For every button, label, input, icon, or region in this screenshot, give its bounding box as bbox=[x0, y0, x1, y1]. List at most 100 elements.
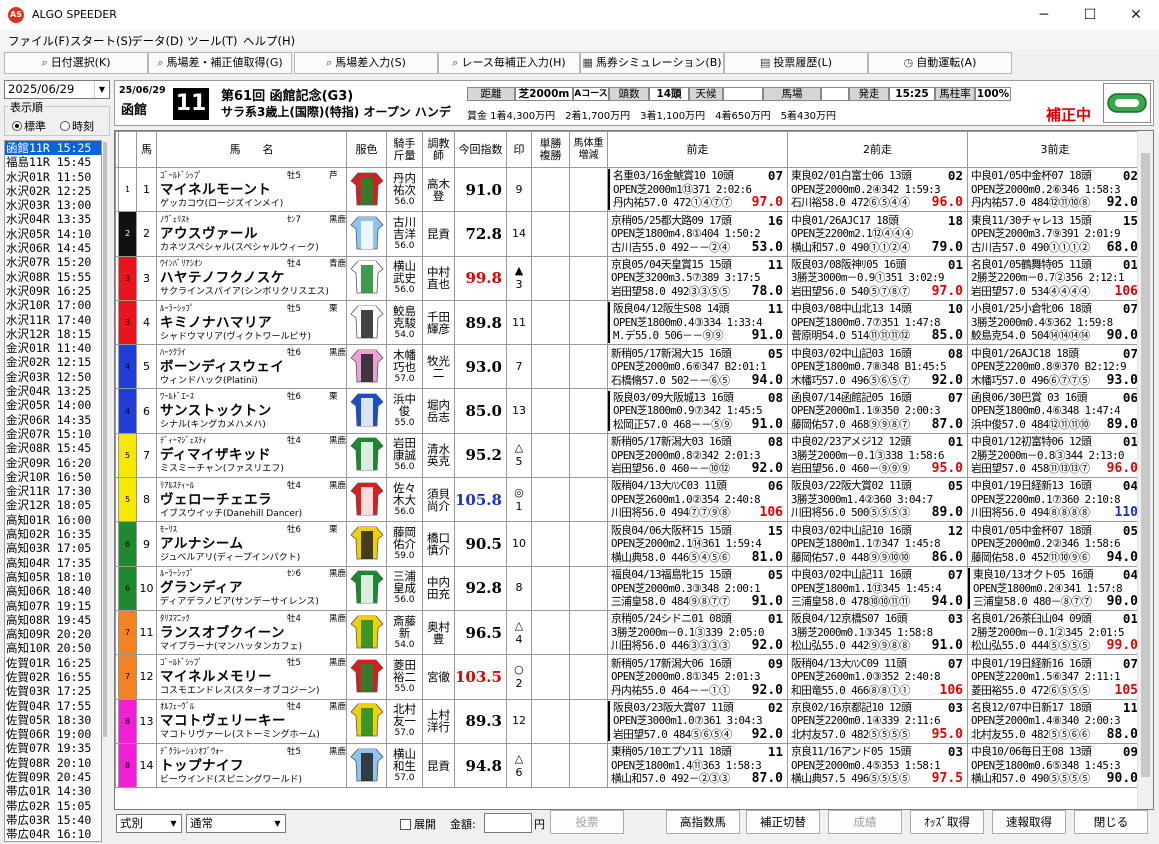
race-list-item[interactable]: 高知06R 18:40 bbox=[5, 584, 101, 598]
scrollbar-thumb[interactable] bbox=[103, 142, 107, 737]
radio-time[interactable]: 時刻 bbox=[60, 118, 94, 134]
horse-row[interactable]: 22 ﾉｳﾞｪﾘｽﾄ ｾﾝ7 黒鹿 アウスヴァール カネツスペシャル(スペシャルウィ… bbox=[115, 211, 1143, 257]
prev-race-cell[interactable]: 中良01/26AJC18 18頭 07 OPEN芝2200m0.8⑨370 B2:… bbox=[966, 344, 1143, 390]
race-list-item[interactable]: 水沢05R 14:10 bbox=[5, 227, 101, 241]
race-list-item[interactable]: 高知03R 17:05 bbox=[5, 541, 101, 555]
race-list-item[interactable]: 金沢06R 14:35 bbox=[5, 413, 101, 427]
race-list-item[interactable]: 水沢02R 12:25 bbox=[5, 184, 101, 198]
high-index-button[interactable]: 高指数馬 bbox=[666, 810, 740, 834]
results-button[interactable]: 成績 bbox=[828, 810, 902, 834]
horse-name-cell[interactable]: ｺﾞｰﾙﾄﾞｼｯﾌﾟ 牡5 芦 マイネルモーント ゲッカコウ(ロージズインメイ) bbox=[156, 166, 347, 213]
prev-race-cell[interactable]: 名良01/26茶臼山04 09頭 01 2勝芝2000m－0.1②345 2:01… bbox=[966, 609, 1143, 656]
race-list-item[interactable]: 帯広01R 14:30 bbox=[5, 784, 101, 798]
amount-input[interactable] bbox=[484, 813, 532, 833]
mark-cell[interactable]: ◎ 1 bbox=[505, 477, 532, 523]
horse-name[interactable]: サンストックトン bbox=[158, 404, 346, 419]
auto-run-button[interactable]: ◷ 自動運転(A) bbox=[868, 52, 1012, 74]
horse-name[interactable]: マイネルメモリー bbox=[158, 669, 346, 685]
menu-start[interactable]: スタート(S) bbox=[70, 33, 132, 49]
race-list-scrollbar[interactable] bbox=[102, 140, 108, 842]
race-list-item[interactable]: 水沢10R 17:00 bbox=[5, 298, 101, 312]
horse-row[interactable]: 33 ｳｲﾝﾊﾞﾘｱｼｵﾝ 牡4 青鹿 ハヤテノフクノスケ サクラインスパイア(シン… bbox=[115, 255, 1143, 301]
horse-row[interactable]: 7 12 ｺﾞｰﾙﾄﾞｼｯﾌﾟ 牡5 黒鹿 マイネルメモリー コスモエンドレス(スター… bbox=[115, 654, 1143, 700]
menu-data[interactable]: データ(D) bbox=[131, 33, 183, 49]
horse-row[interactable]: 8 13 ｵﾙﾌｪｰｳﾞﾙ 牡4 黒鹿 マコトヴェリーキー マコトリヴァーレ(ストーミ… bbox=[115, 698, 1143, 744]
race-list-item[interactable]: 佐賀03R 17:25 bbox=[5, 684, 101, 698]
maximize-button[interactable]: ☐ bbox=[1067, 0, 1113, 30]
race-list-item[interactable]: 佐賀06R 19:00 bbox=[5, 727, 101, 741]
race-list-item[interactable]: 佐賀05R 18:30 bbox=[5, 713, 101, 727]
horse-name[interactable]: ランスオブクイーン bbox=[158, 625, 346, 641]
horse-name-cell[interactable]: ｳｲﾝﾊﾞﾘｱｼｵﾝ 牡4 青鹿 ハヤテノフクノスケ サクラインスパイア(シンボリク… bbox=[156, 255, 347, 301]
prev-race-cell[interactable]: 阪良03/23阪大賞07 11頭 02 OPEN芝3000m1.0⑦361 3:0… bbox=[606, 698, 788, 744]
header-weight[interactable]: 馬体重 増減 bbox=[568, 131, 608, 168]
mark-cell[interactable]: 13 bbox=[505, 388, 532, 434]
prev-race-cell[interactable]: 名重03/16金鯱賞10 10頭 07 OPEN芝2000m1⑬371 2:02:… bbox=[606, 166, 788, 213]
header-trainer[interactable]: 調教 師 bbox=[422, 131, 455, 168]
header-jockey[interactable]: 騎手 斤量 bbox=[386, 131, 423, 168]
menu-tools[interactable]: ツール(T) bbox=[187, 33, 238, 49]
race-list-item[interactable]: 帯広03R 15:40 bbox=[5, 813, 101, 827]
prev-race-cell[interactable]: 京稍05/25都大路09 17頭 16 OPEN芝1800m4.8①404 1:5… bbox=[606, 211, 788, 257]
horse-row[interactable]: 69 ﾓｰﾘｽ 牡6 栗 アルナシーム ジュベルアリ(ディープインパクト) 藤岡 佑… bbox=[115, 521, 1143, 567]
horse-name[interactable]: アルナシーム bbox=[158, 537, 346, 552]
prev-race-cell[interactable]: 阪良03/08阪神ﾘ05 16頭 01 3勝芝3000m－0.9①351 3:02… bbox=[786, 255, 968, 301]
vote-button[interactable]: 投票 bbox=[550, 810, 624, 834]
race-list-item[interactable]: 金沢12R 18:05 bbox=[5, 498, 101, 512]
prev-race-cell[interactable]: 中良03/02中山記11 16頭 07 OPEN芝1800m1.1⑬345 1:4… bbox=[786, 565, 968, 611]
odds-fetch-button[interactable]: ｵｯｽﾞ取得 bbox=[910, 810, 984, 834]
prev-race-cell[interactable]: 東稍05/10エプソ11 18頭 11 OPEN芝1800m1.4⑪363 1:5… bbox=[606, 742, 788, 789]
mark-cell[interactable]: △ 4 bbox=[505, 609, 532, 656]
mark-cell[interactable]: 10 bbox=[505, 521, 532, 567]
prev-race-cell[interactable]: 中良01/05中金杯07 18頭 05 OPEN芝2000m0.2②346 1:5… bbox=[966, 521, 1143, 567]
prev-race-cell[interactable]: 新稍05/17新潟大03 16頭 08 OPEN芝2000m0.8②342 2:0… bbox=[606, 432, 788, 479]
race-list-item[interactable]: 高知10R 20:50 bbox=[5, 641, 101, 655]
horse-name[interactable]: マイネルモーント bbox=[158, 182, 346, 198]
prev-race-cell[interactable]: 中良02/23アメジ12 12頭 01 3勝芝2000m－0.1③338 1:58… bbox=[786, 432, 968, 479]
bet-mode-select[interactable]: 通常 ▼ bbox=[186, 814, 286, 833]
race-list-item[interactable]: 福島11R 15:45 bbox=[5, 155, 101, 169]
fast-result-button[interactable]: 速報取得 bbox=[992, 810, 1066, 834]
prev-race-cell[interactable]: 阪良04/12京橋S07 16頭 03 3勝芝2000m0.1③345 1:58:… bbox=[786, 609, 968, 656]
radio-standard[interactable]: 標準 bbox=[12, 118, 46, 134]
race-list-item[interactable]: 高知07R 19:15 bbox=[5, 599, 101, 613]
mark-cell[interactable]: △ 5 bbox=[505, 432, 532, 479]
horse-name-cell[interactable]: ﾊｰﾂｸﾗｲ 牡6 黒鹿 ボーンディスウェイ ウィンドハック(Platini) bbox=[156, 344, 347, 390]
prev-race-cell[interactable]: 名良12/07中日新17 18頭 11 OPEN芝2000m1.4⑧340 2:0… bbox=[966, 698, 1143, 744]
mark-cell[interactable]: 14 bbox=[505, 211, 532, 257]
horse-row[interactable]: 45 ﾊｰﾂｸﾗｲ 牡6 黒鹿 ボーンディスウェイ ウィンドハック(Platini)… bbox=[115, 344, 1143, 390]
race-list-item[interactable]: 高知04R 17:35 bbox=[5, 556, 101, 570]
race-list-item[interactable]: 高知02R 16:35 bbox=[5, 527, 101, 541]
date-select-button[interactable]: ⌕ 日付選択(K) bbox=[4, 52, 148, 74]
horse-name-cell[interactable]: ﾜｰﾙﾄﾞｴｰｽ 牡6 栗 サンストックトン シナル(キングカメハメハ) bbox=[156, 388, 347, 434]
race-list-item[interactable]: 帯広02R 15:05 bbox=[5, 799, 101, 813]
race-list-item[interactable]: 水沢07R 15:20 bbox=[5, 255, 101, 269]
race-list-item[interactable]: 水沢08R 15:55 bbox=[5, 270, 101, 284]
prev-race-cell[interactable]: 新稍05/17新潟大15 16頭 05 OPEN芝2000m0.6⑥347 B2:… bbox=[606, 344, 788, 390]
expand-checkbox[interactable]: 展開 bbox=[400, 816, 436, 832]
race-list-item[interactable]: 水沢04R 13:35 bbox=[5, 212, 101, 226]
race-list-item[interactable]: 水沢11R 17:40 bbox=[5, 313, 101, 327]
race-list-item[interactable]: 金沢01R 11:40 bbox=[5, 341, 101, 355]
menu-file[interactable]: ファイル(F) bbox=[8, 33, 70, 49]
horse-name[interactable]: グランディア bbox=[158, 581, 346, 596]
race-list-item[interactable]: 金沢09R 16:20 bbox=[5, 456, 101, 470]
horse-row[interactable]: 8 14 ﾃﾞｸﾗﾚｰｼｮﾝｵﾌﾞｳｫｰ 牡5 黒鹿 トップナイフ ビーウインド(スピ… bbox=[115, 742, 1143, 789]
race-list-item[interactable]: 高知05R 18:10 bbox=[5, 570, 101, 584]
prev-race-cell[interactable]: 中良03/02中山記10 16頭 12 OPEN芝1800m1.1⑦347 1:4… bbox=[786, 521, 968, 567]
horse-name-cell[interactable]: ﾙｰﾗｰｼｯﾌﾟ ｾﾝ6 黒鹿 グランディア ディアデラノビア(サンデーサイレンス) bbox=[156, 565, 347, 611]
prev-race-cell[interactable]: 東良10/13オクト05 16頭 04 OPEN芝1800m0.2④341 1:5… bbox=[966, 565, 1143, 611]
prev-race-cell[interactable]: 中良01/19日経新13 16頭 04 OPEN芝2200m0.1⑦360 2:1… bbox=[966, 477, 1143, 523]
race-list-item[interactable]: 佐賀07R 19:35 bbox=[5, 741, 101, 755]
close-window-button[interactable]: ✕ bbox=[1113, 0, 1159, 30]
header-silk[interactable]: 服色 bbox=[346, 131, 387, 168]
race-list-item[interactable]: 水沢03R 13:00 bbox=[5, 198, 101, 212]
header-index[interactable]: 今回指数 bbox=[454, 131, 507, 168]
race-list-item[interactable]: 金沢04R 13:25 bbox=[5, 384, 101, 398]
race-correction-button[interactable]: ⌕ レース毎補正入力(H) bbox=[438, 52, 580, 74]
race-list-item[interactable]: 水沢06R 14:45 bbox=[5, 241, 101, 255]
horse-name[interactable]: キミノナハマリア bbox=[158, 315, 346, 331]
prev-race-cell[interactable]: 中良10/06毎日王08 13頭 09 OPEN芝1800m0.6⑤348 1:4… bbox=[966, 742, 1143, 789]
race-list-item[interactable]: 高知01R 16:00 bbox=[5, 513, 101, 527]
race-list-item[interactable]: 金沢02R 12:15 bbox=[5, 355, 101, 369]
